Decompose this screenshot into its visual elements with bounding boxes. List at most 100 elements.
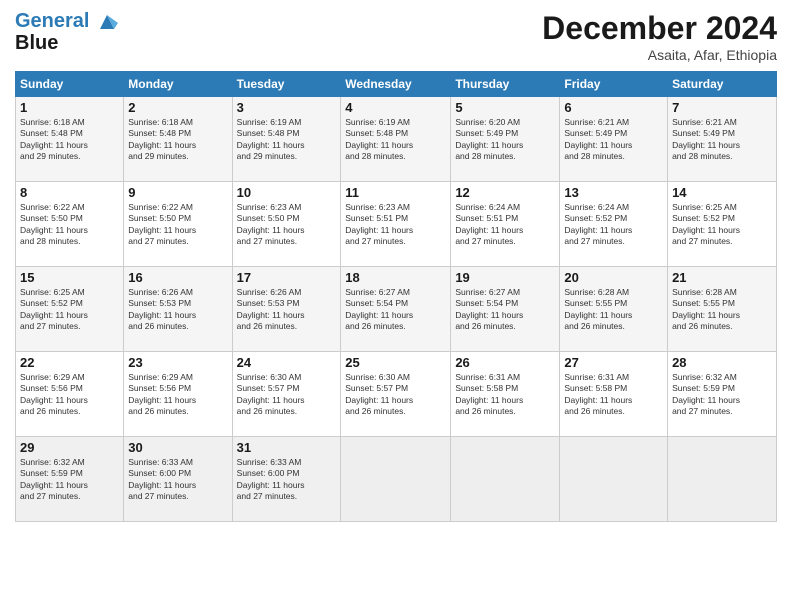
- day-number: 13: [564, 185, 663, 200]
- day-info: Sunrise: 6:30 AMSunset: 5:57 PMDaylight:…: [237, 372, 337, 418]
- title-block: December 2024 Asaita, Afar, Ethiopia: [542, 10, 777, 63]
- day-info: Sunrise: 6:32 AMSunset: 5:59 PMDaylight:…: [672, 372, 772, 418]
- logo-bottom: Blue: [15, 33, 120, 53]
- day-info: Sunrise: 6:29 AMSunset: 5:56 PMDaylight:…: [20, 372, 119, 418]
- day-number: 10: [237, 185, 337, 200]
- day-number: 11: [345, 185, 446, 200]
- calendar-cell: 3Sunrise: 6:19 AMSunset: 5:48 PMDaylight…: [232, 97, 341, 182]
- day-number: 24: [237, 355, 337, 370]
- column-header-monday: Monday: [124, 72, 232, 97]
- day-info: Sunrise: 6:19 AMSunset: 5:48 PMDaylight:…: [237, 117, 337, 163]
- day-number: 1: [20, 100, 119, 115]
- calendar-week-row: 8 Sunrise: 6:22 AMSunset: 5:50 PMDaylight…: [16, 182, 777, 267]
- day-info: Sunrise: 6:33 AMSunset: 6:00 PMDaylight:…: [237, 457, 337, 503]
- calendar-cell: 1 Sunrise: 6:18 AMSunset: 5:48 PMDaylight…: [16, 97, 124, 182]
- day-info: Sunrise: 6:25 AMSunset: 5:52 PMDaylight:…: [672, 202, 772, 248]
- day-number: 4: [345, 100, 446, 115]
- day-info: Sunrise: 6:22 AMSunset: 5:50 PMDaylight:…: [20, 202, 119, 248]
- day-info: Sunrise: 6:31 AMSunset: 5:58 PMDaylight:…: [564, 372, 663, 418]
- day-info: Sunrise: 6:27 AMSunset: 5:54 PMDaylight:…: [345, 287, 446, 333]
- day-number: 16: [128, 270, 227, 285]
- day-info: Sunrise: 6:23 AMSunset: 5:51 PMDaylight:…: [345, 202, 446, 248]
- day-info: Sunrise: 6:29 AMSunset: 5:56 PMDaylight:…: [128, 372, 227, 418]
- calendar-cell: 24 Sunrise: 6:30 AMSunset: 5:57 PMDayligh…: [232, 352, 341, 437]
- day-info: Sunrise: 6:18 AMSunset: 5:48 PMDaylight:…: [128, 117, 227, 163]
- calendar-week-row: 29 Sunrise: 6:32 AMSunset: 5:59 PMDayligh…: [16, 437, 777, 522]
- day-number: 7: [672, 100, 772, 115]
- calendar-cell: 26 Sunrise: 6:31 AMSunset: 5:58 PMDayligh…: [451, 352, 560, 437]
- calendar-cell: [451, 437, 560, 522]
- day-number: 12: [455, 185, 555, 200]
- day-number: 21: [672, 270, 772, 285]
- day-number: 18: [345, 270, 446, 285]
- header: General Blue December 2024 Asaita, Afar,…: [15, 10, 777, 63]
- calendar-header-row: SundayMondayTuesdayWednesdayThursdayFrid…: [16, 72, 777, 97]
- calendar-cell: 22Sunrise: 6:29 AMSunset: 5:56 PMDayligh…: [16, 352, 124, 437]
- calendar-cell: 27 Sunrise: 6:31 AMSunset: 5:58 PMDayligh…: [560, 352, 668, 437]
- day-number: 26: [455, 355, 555, 370]
- day-number: 9: [128, 185, 227, 200]
- calendar-cell: 23 Sunrise: 6:29 AMSunset: 5:56 PMDayligh…: [124, 352, 232, 437]
- calendar-cell: 9Sunrise: 6:22 AMSunset: 5:50 PMDaylight…: [124, 182, 232, 267]
- day-number: 27: [564, 355, 663, 370]
- day-info: Sunrise: 6:28 AMSunset: 5:55 PMDaylight:…: [672, 287, 772, 333]
- calendar-cell: 16Sunrise: 6:26 AMSunset: 5:53 PMDayligh…: [124, 267, 232, 352]
- day-number: 20: [564, 270, 663, 285]
- calendar-cell: [341, 437, 451, 522]
- day-number: 28: [672, 355, 772, 370]
- calendar-cell: 25 Sunrise: 6:30 AMSunset: 5:57 PMDayligh…: [341, 352, 451, 437]
- calendar-cell: 17Sunrise: 6:26 AMSunset: 5:53 PMDayligh…: [232, 267, 341, 352]
- page: General Blue December 2024 Asaita, Afar,…: [0, 0, 792, 612]
- calendar-cell: 21 Sunrise: 6:28 AMSunset: 5:55 PMDayligh…: [668, 267, 777, 352]
- day-info: Sunrise: 6:18 AMSunset: 5:48 PMDaylight:…: [20, 117, 119, 163]
- day-info: Sunrise: 6:28 AMSunset: 5:55 PMDaylight:…: [564, 287, 663, 333]
- logo: General Blue: [15, 10, 120, 53]
- logo-text: General: [15, 10, 118, 33]
- day-info: Sunrise: 6:30 AMSunset: 5:57 PMDaylight:…: [345, 372, 446, 418]
- calendar-week-row: 1 Sunrise: 6:18 AMSunset: 5:48 PMDaylight…: [16, 97, 777, 182]
- day-info: Sunrise: 6:24 AMSunset: 5:51 PMDaylight:…: [455, 202, 555, 248]
- day-number: 2: [128, 100, 227, 115]
- day-info: Sunrise: 6:23 AMSunset: 5:50 PMDaylight:…: [237, 202, 337, 248]
- day-info: Sunrise: 6:19 AMSunset: 5:48 PMDaylight:…: [345, 117, 446, 163]
- calendar-cell: 28 Sunrise: 6:32 AMSunset: 5:59 PMDayligh…: [668, 352, 777, 437]
- column-header-friday: Friday: [560, 72, 668, 97]
- logo-general: General: [15, 10, 89, 32]
- day-info: Sunrise: 6:32 AMSunset: 5:59 PMDaylight:…: [20, 457, 119, 503]
- calendar-cell: 11 Sunrise: 6:23 AMSunset: 5:51 PMDayligh…: [341, 182, 451, 267]
- day-info: Sunrise: 6:20 AMSunset: 5:49 PMDaylight:…: [455, 117, 555, 163]
- day-number: 5: [455, 100, 555, 115]
- calendar-cell: 29 Sunrise: 6:32 AMSunset: 5:59 PMDayligh…: [16, 437, 124, 522]
- calendar-cell: 14 Sunrise: 6:25 AMSunset: 5:52 PMDayligh…: [668, 182, 777, 267]
- month-title: December 2024: [542, 10, 777, 47]
- day-info: Sunrise: 6:25 AMSunset: 5:52 PMDaylight:…: [20, 287, 119, 333]
- day-info: Sunrise: 6:24 AMSunset: 5:52 PMDaylight:…: [564, 202, 663, 248]
- day-info: Sunrise: 6:31 AMSunset: 5:58 PMDaylight:…: [455, 372, 555, 418]
- calendar-cell: 7 Sunrise: 6:21 AMSunset: 5:49 PMDaylight…: [668, 97, 777, 182]
- calendar-cell: 8 Sunrise: 6:22 AMSunset: 5:50 PMDaylight…: [16, 182, 124, 267]
- day-info: Sunrise: 6:21 AMSunset: 5:49 PMDaylight:…: [672, 117, 772, 163]
- calendar-cell: 13 Sunrise: 6:24 AMSunset: 5:52 PMDayligh…: [560, 182, 668, 267]
- calendar-cell: [560, 437, 668, 522]
- column-header-saturday: Saturday: [668, 72, 777, 97]
- day-info: Sunrise: 6:21 AMSunset: 5:49 PMDaylight:…: [564, 117, 663, 163]
- calendar-cell: 30Sunrise: 6:33 AMSunset: 6:00 PMDayligh…: [124, 437, 232, 522]
- day-number: 15: [20, 270, 119, 285]
- calendar-cell: [668, 437, 777, 522]
- calendar-cell: 4 Sunrise: 6:19 AMSunset: 5:48 PMDaylight…: [341, 97, 451, 182]
- calendar-cell: 31 Sunrise: 6:33 AMSunset: 6:00 PMDayligh…: [232, 437, 341, 522]
- column-header-thursday: Thursday: [451, 72, 560, 97]
- calendar-week-row: 15 Sunrise: 6:25 AMSunset: 5:52 PMDayligh…: [16, 267, 777, 352]
- day-info: Sunrise: 6:27 AMSunset: 5:54 PMDaylight:…: [455, 287, 555, 333]
- day-info: Sunrise: 6:26 AMSunset: 5:53 PMDaylight:…: [237, 287, 337, 333]
- day-number: 14: [672, 185, 772, 200]
- day-number: 31: [237, 440, 337, 455]
- logo-icon: [96, 11, 118, 33]
- calendar-cell: 10 Sunrise: 6:23 AMSunset: 5:50 PMDayligh…: [232, 182, 341, 267]
- day-number: 8: [20, 185, 119, 200]
- day-number: 25: [345, 355, 446, 370]
- day-number: 23: [128, 355, 227, 370]
- day-number: 6: [564, 100, 663, 115]
- calendar-cell: 5 Sunrise: 6:20 AMSunset: 5:49 PMDaylight…: [451, 97, 560, 182]
- day-number: 29: [20, 440, 119, 455]
